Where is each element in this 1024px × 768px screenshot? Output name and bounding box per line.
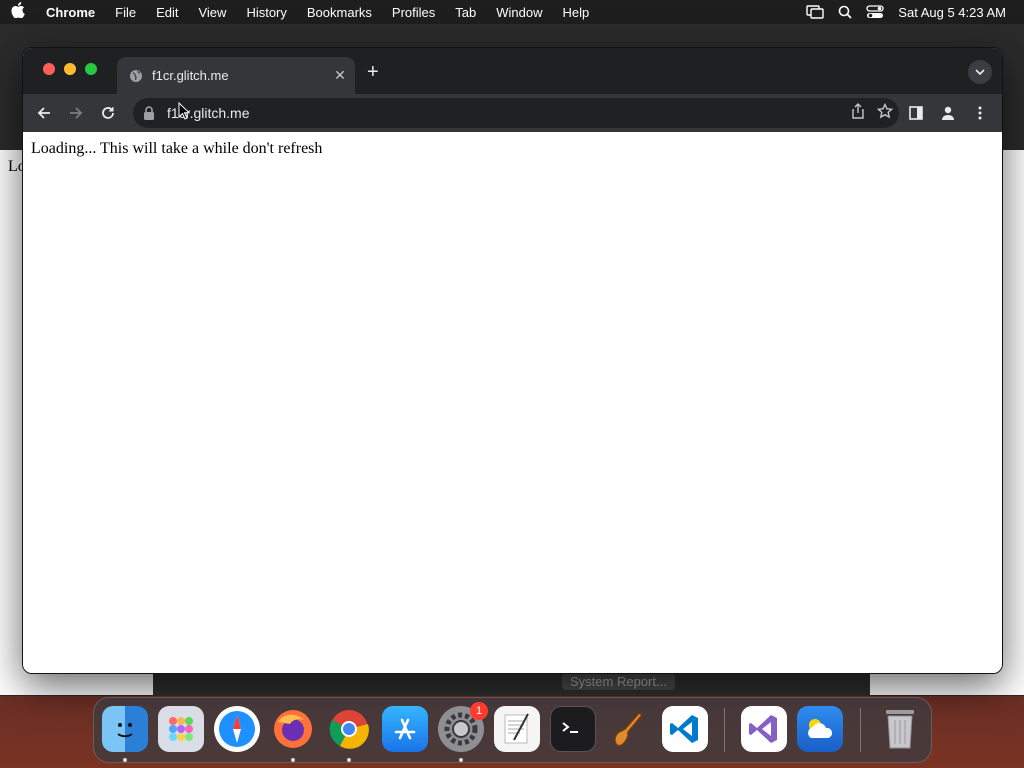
new-tab-icon[interactable]: + [367, 62, 379, 82]
dock: 1 [93, 697, 932, 763]
loading-message: Loading... This will take a while don't … [31, 140, 323, 157]
toolbar: f1cr.glitch.me [23, 94, 1002, 132]
menu-profiles[interactable]: Profiles [382, 5, 445, 20]
menu-file[interactable]: File [105, 5, 146, 20]
garageband-icon[interactable] [606, 706, 652, 752]
tab-close-icon[interactable]: ✕ [325, 67, 355, 84]
page-content: Loading... This will take a while don't … [23, 132, 1002, 673]
weather-icon[interactable] [797, 706, 843, 752]
address-bar[interactable]: f1cr.glitch.me [133, 98, 899, 128]
reload-icon[interactable] [92, 97, 124, 129]
dock-separator [724, 708, 725, 752]
screen-mirroring-icon[interactable] [806, 5, 824, 19]
fullscreen-window-button[interactable] [85, 63, 97, 75]
settings-badge: 1 [470, 702, 488, 720]
bookmark-star-icon[interactable] [876, 102, 894, 124]
globe-icon [129, 69, 143, 83]
more-menu-icon[interactable] [964, 97, 996, 129]
spotlight-search-icon[interactable] [838, 5, 852, 19]
menu-bar: Chrome File Edit View History Bookmarks … [0, 0, 1024, 24]
chrome-window: f1cr.glitch.me ✕ + f1cr.glitch.me Loadin… [22, 47, 1003, 674]
profile-icon[interactable] [932, 97, 964, 129]
lock-icon[interactable] [143, 106, 157, 120]
back-icon[interactable] [28, 97, 60, 129]
chrome-running-dot [347, 758, 351, 762]
side-panel-icon[interactable] [900, 97, 932, 129]
launchpad-icon[interactable] [158, 706, 204, 752]
vscode-icon[interactable] [662, 706, 708, 752]
terminal-icon[interactable] [550, 706, 596, 752]
tab-active[interactable]: f1cr.glitch.me ✕ [117, 57, 355, 94]
menu-window[interactable]: Window [486, 5, 552, 20]
menu-bookmarks[interactable]: Bookmarks [297, 5, 382, 20]
forward-icon[interactable] [60, 97, 92, 129]
dock-separator-trash [860, 708, 861, 752]
trash-icon[interactable] [877, 706, 923, 752]
tab-search-icon[interactable] [968, 60, 992, 84]
minimize-window-button[interactable] [64, 63, 76, 75]
menu-app-name[interactable]: Chrome [36, 5, 105, 20]
menu-edit[interactable]: Edit [146, 5, 188, 20]
menubar-clock[interactable]: Sat Aug 5 4:23 AM [898, 5, 1006, 20]
system-report-button[interactable]: System Report... [562, 673, 675, 690]
visual-studio-icon[interactable] [741, 706, 787, 752]
close-window-button[interactable] [43, 63, 55, 75]
share-icon[interactable] [851, 102, 865, 124]
finder-running-dot [123, 758, 127, 762]
app-store-icon[interactable] [382, 706, 428, 752]
apple-menu-icon[interactable] [0, 2, 36, 22]
tab-strip: f1cr.glitch.me ✕ + [23, 48, 1002, 94]
firefox-icon[interactable] [270, 706, 316, 752]
menu-view[interactable]: View [188, 5, 236, 20]
safari-icon[interactable] [214, 706, 260, 752]
menu-tab[interactable]: Tab [445, 5, 486, 20]
control-center-icon[interactable] [866, 5, 884, 19]
menu-history[interactable]: History [236, 5, 296, 20]
finder-icon[interactable] [102, 706, 148, 752]
chrome-icon[interactable] [326, 706, 372, 752]
tab-title: f1cr.glitch.me [152, 68, 229, 83]
settings-running-dot [459, 758, 463, 762]
firefox-running-dot [291, 758, 295, 762]
textedit-icon[interactable] [494, 706, 540, 752]
menu-help[interactable]: Help [553, 5, 600, 20]
mouse-cursor-icon [178, 101, 191, 125]
system-settings-icon[interactable]: 1 [438, 702, 488, 752]
